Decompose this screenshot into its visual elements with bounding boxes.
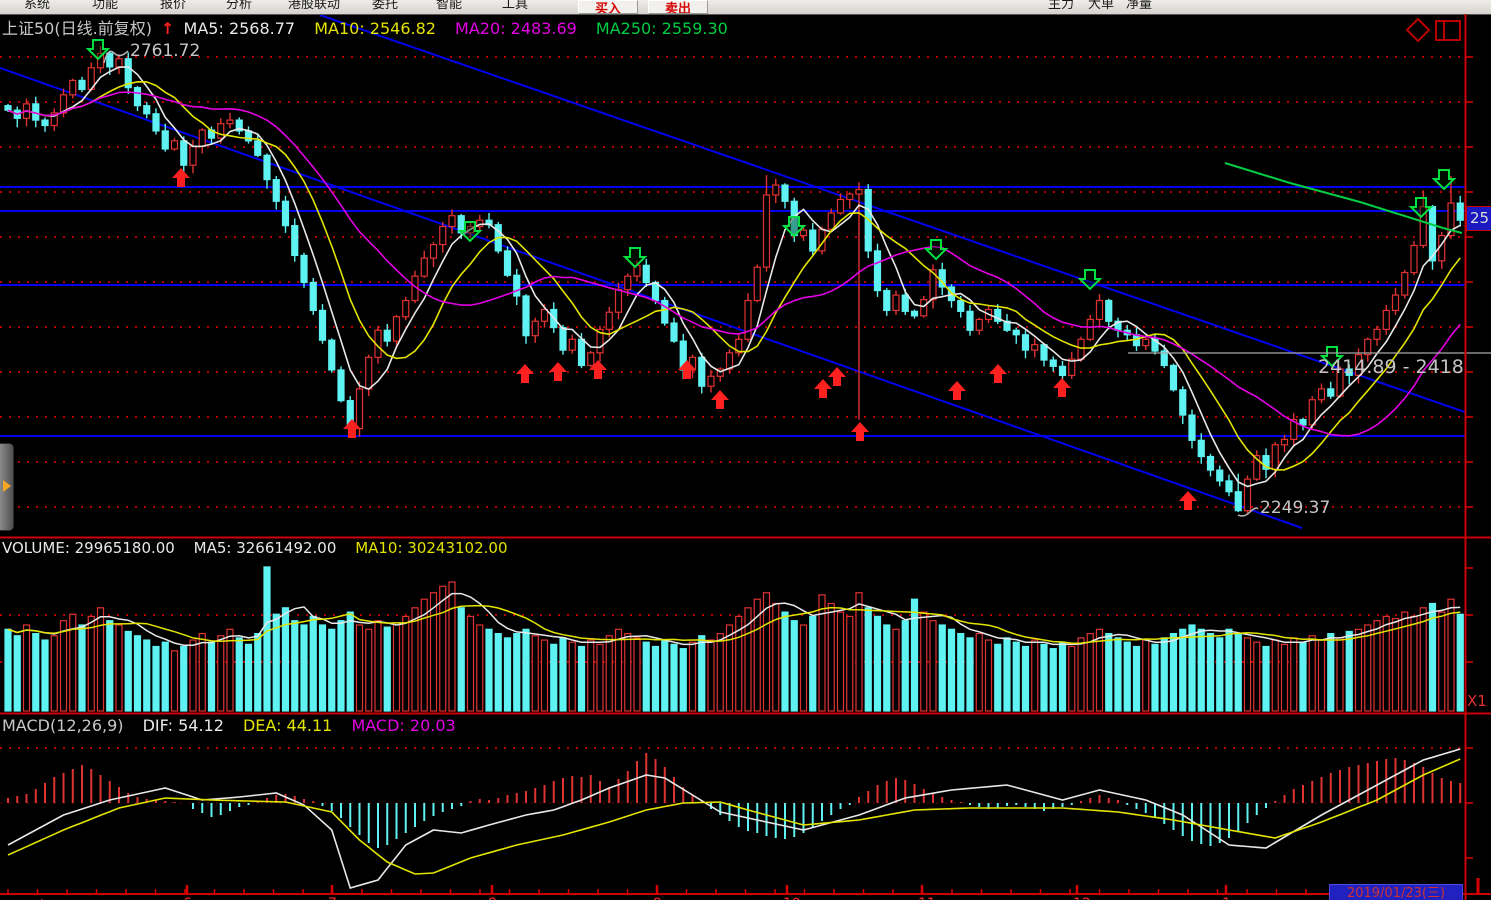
sell-arrow-icon <box>1080 270 1100 289</box>
axis-month-label: 8 <box>488 896 497 900</box>
diamond-marker-icon <box>1407 19 1429 41</box>
buy-arrow-icon <box>549 362 567 381</box>
last-price-axis-tag: 25 <box>1466 206 1491 231</box>
trend-channel-lines <box>0 15 1465 528</box>
dea-line <box>8 759 1460 874</box>
expand-right-icon <box>3 480 11 492</box>
high-price-annotation: 2761.72 <box>130 41 200 61</box>
sell-arrow-icon <box>926 240 946 259</box>
sell-arrow-icon <box>1411 198 1431 217</box>
axis-month-label: 6 <box>183 896 192 900</box>
moving-average-lines <box>8 67 1460 487</box>
buy-arrow-icon <box>516 364 534 383</box>
sidebar-collapse-handle[interactable] <box>0 443 14 531</box>
candlesticks <box>5 46 1463 513</box>
price-range-annotation: 2414.89 - 2418 <box>1318 356 1464 378</box>
buy-arrow-icon <box>814 379 832 398</box>
volume-scale-tag: X1 <box>1467 692 1487 710</box>
stock-chart-window: 系统功能报价分析港股联动委托智能工具主力大单净量买入卖出 上证50(日线.前复权… <box>0 0 1491 900</box>
ma10-value: MA10: 2546.82 <box>314 19 436 38</box>
ma20-value: MA20: 2483.69 <box>455 19 577 38</box>
cursor-date-tag: 2019/01/23(三) <box>1329 884 1463 900</box>
macd-params: MACD(12,26,9) <box>2 716 124 735</box>
axis-year-label: 2018年 <box>2 896 52 900</box>
ma10-line <box>8 82 1460 470</box>
symbol-title: 上证50(日线.前复权) <box>2 19 152 38</box>
main-pane-legend: 上证50(日线.前复权) ↑ MA5: 2568.77 MA10: 2546.8… <box>2 15 728 39</box>
buy-arrow-icon <box>948 381 966 400</box>
split-window-icon[interactable] <box>1436 21 1460 40</box>
up-arrow-icon: ↑ <box>161 19 174 38</box>
ma5-line <box>8 67 1460 487</box>
ma5-value: MA5: 2568.77 <box>184 19 296 38</box>
chart-canvas[interactable] <box>0 0 1491 900</box>
sell-signal-arrows <box>88 40 1454 366</box>
buy-arrow-icon <box>828 367 846 386</box>
axis-month-label: 10 <box>783 896 801 900</box>
macd-pane-legend: MACD(12,26,9) DIF: 54.12 DEA: 44.11 MACD… <box>2 716 456 735</box>
dea-value: DEA: 44.11 <box>243 716 332 735</box>
volume-ma-lines <box>8 594 1460 646</box>
axis-month-label: 9 <box>653 896 662 900</box>
dif-value: DIF: 54.12 <box>143 716 224 735</box>
sell-arrow-icon <box>625 248 645 267</box>
volume-ma10-value: MA10: 30243102.00 <box>355 539 507 557</box>
low-price-annotation: 2249.37 <box>1260 498 1330 518</box>
buy-arrow-icon <box>1179 491 1197 510</box>
axis-month-label: 1 <box>1222 896 1231 900</box>
buy-arrow-icon <box>851 422 869 441</box>
axis-month-label: 12 <box>1073 896 1091 900</box>
buy-arrow-icon <box>1053 378 1071 397</box>
ma250-value: MA250: 2559.30 <box>596 19 728 38</box>
support-resistance-lines <box>0 187 1465 436</box>
volume-ma5-value: MA5: 32661492.00 <box>194 539 337 557</box>
axis-month-label: 7 <box>328 896 337 900</box>
macd-value: MACD: 20.03 <box>351 716 455 735</box>
buy-arrow-icon <box>711 390 729 409</box>
axis-month-label: 11 <box>918 896 936 900</box>
volume-pane-legend: VOLUME: 29965180.00 MA5: 32661492.00 MA1… <box>2 539 508 557</box>
volume-ma5-line <box>8 594 1460 646</box>
macd-lines <box>8 749 1460 888</box>
volume-value: VOLUME: 29965180.00 <box>2 539 175 557</box>
buy-arrow-icon <box>172 168 190 187</box>
dif-line <box>8 749 1460 888</box>
buy-arrow-icon <box>989 364 1007 383</box>
ma20-line <box>8 92 1460 436</box>
